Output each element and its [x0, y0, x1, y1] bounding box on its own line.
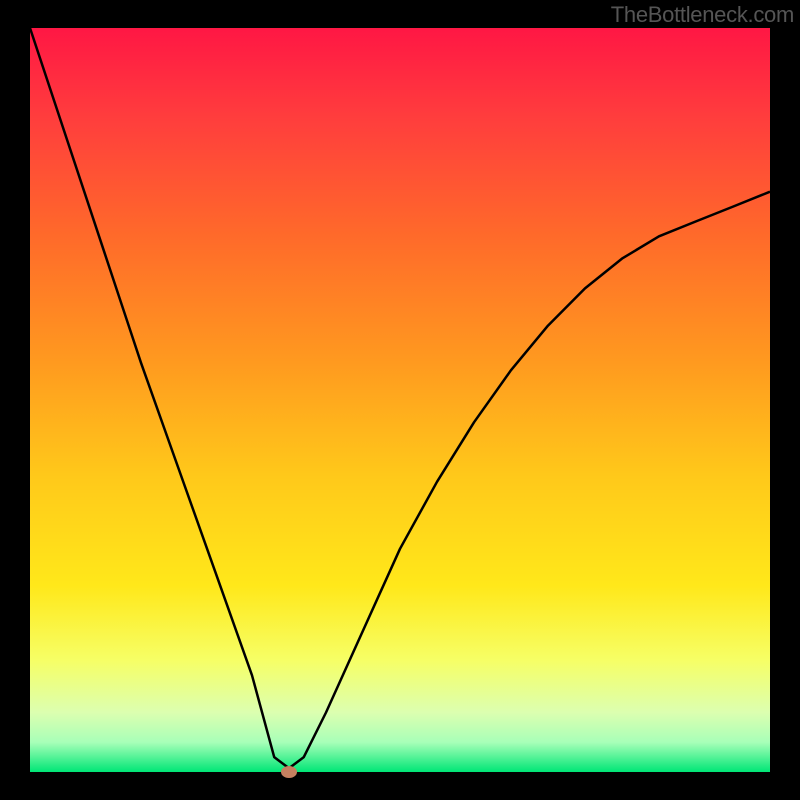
watermark-text: TheBottleneck.com: [611, 2, 794, 28]
chart-container: TheBottleneck.com: [0, 0, 800, 800]
bottleneck-chart: [0, 0, 800, 800]
optimal-marker: [281, 766, 297, 778]
plot-background: [30, 28, 770, 772]
